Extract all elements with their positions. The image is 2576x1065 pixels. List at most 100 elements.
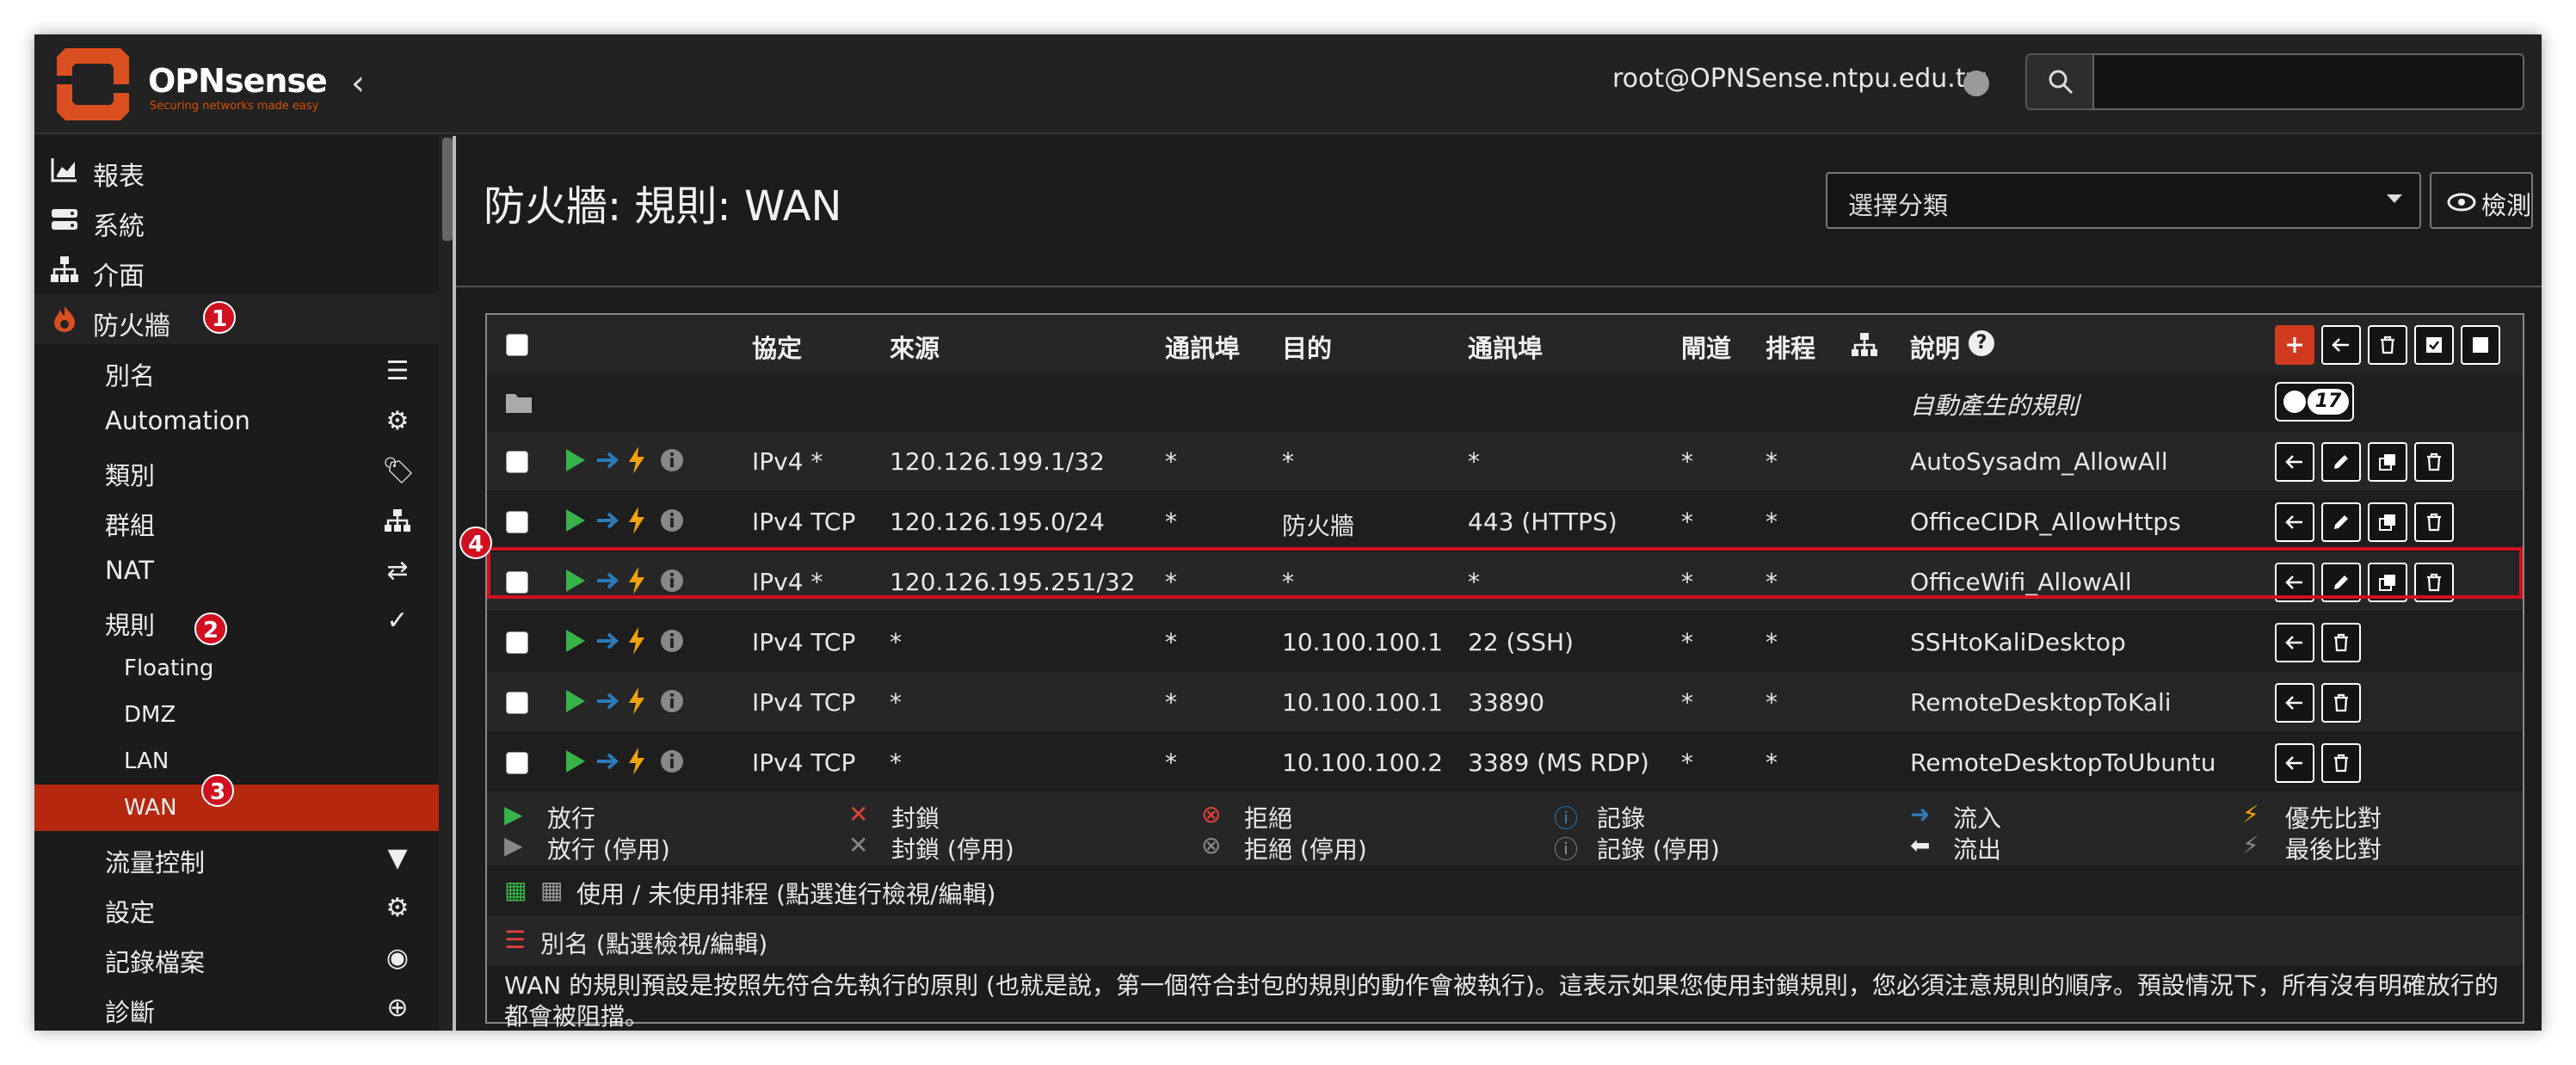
add-rule-button[interactable] [2275, 325, 2314, 365]
row-checkbox[interactable] [506, 631, 528, 654]
edit-rule-button[interactable] [2321, 442, 2361, 482]
delete-rule-button[interactable] [2321, 623, 2361, 662]
move-before-button[interactable] [2275, 623, 2314, 662]
opnsense-logo[interactable] [50, 41, 136, 127]
move-before-button[interactable] [2275, 683, 2314, 723]
edit-rule-button[interactable] [2321, 502, 2361, 542]
row-checkbox[interactable] [506, 692, 528, 714]
nav-automation[interactable]: Automation ⚙ [34, 396, 439, 446]
delete-selected-button[interactable] [2368, 325, 2407, 365]
nav-system[interactable]: 系統 [34, 194, 439, 244]
table-row[interactable]: IPv4 TCP * * 10.100.100.2 3389 (MS RDP) * * Rem… [487, 733, 2523, 791]
nav-aliases[interactable]: 別名 ☰ [34, 346, 439, 396]
nav-rules-floating[interactable]: Floating [34, 645, 439, 692]
table-header: 協定 來源 通訊埠 目的 通訊埠 閘道 排程 說明 ? [487, 315, 2523, 373]
move-before-button[interactable] [2275, 442, 2314, 482]
auto-rules-toggle[interactable]: 17 [2275, 382, 2354, 422]
move-before-button[interactable] [2275, 502, 2314, 542]
rules-table: 協定 來源 通訊埠 目的 通訊埠 閘道 排程 說明 ? 自動產生的規則 17 I… [459, 313, 2524, 1031]
sidebar: 報表 系統 介面 防火牆 1 別名 ☰ Automation ⚙ 類別 🏷 群組 [34, 136, 439, 1031]
move-before-button[interactable] [2275, 743, 2314, 783]
row-status-icons [564, 685, 702, 719]
fire-icon [54, 306, 75, 332]
pass-icon[interactable] [564, 688, 587, 714]
collapse-sidebar-icon[interactable]: ‹ [351, 64, 365, 103]
delete-rule-button[interactable] [2321, 683, 2361, 723]
nav-settings[interactable]: 設定 ⚙ [34, 883, 439, 933]
nav-nat[interactable]: NAT ⇄ [34, 545, 439, 595]
table-row[interactable]: IPv4 TCP * * 10.100.100.1 33890 * * RemoteDeskt… [487, 673, 2523, 731]
select-all-checkbox[interactable] [506, 334, 528, 356]
nav-logs[interactable]: 記錄檔案 ◉ [34, 933, 439, 982]
disable-selected-button[interactable] [2461, 325, 2500, 365]
search-input[interactable] [2092, 53, 2524, 110]
search-button[interactable] [2025, 53, 2094, 110]
cell-dst: 10.100.100.1 [1282, 628, 1444, 656]
delete-rule-button[interactable] [2414, 502, 2454, 542]
cell-gw: * [1681, 748, 1693, 777]
pass-icon[interactable] [564, 447, 587, 473]
nav-rules-dmz[interactable]: DMZ [34, 692, 439, 738]
nav-diagnostics[interactable]: 診斷 ⊕ [34, 982, 439, 1031]
clone-rule-button[interactable] [2368, 502, 2407, 542]
pass-icon[interactable] [564, 748, 587, 774]
cell-sport: * [1165, 447, 1177, 476]
nav-shaper[interactable]: 流量控制 ▼ [34, 833, 439, 883]
pass-icon: ▶ [504, 800, 523, 828]
row-status-icons [564, 444, 702, 478]
arrow-in-icon [597, 452, 619, 469]
info-icon[interactable] [659, 508, 685, 533]
info-icon[interactable] [659, 628, 685, 654]
table-row[interactable]: IPv4 TCP 120.126.195.0/24 * 防火牆 443 (HTTPS) *… [487, 492, 2523, 551]
col-source-port: 通訊埠 [1165, 334, 1241, 363]
table-row[interactable]: IPv4 * 120.126.199.1/32 * * * * * AutoSysadm_Al… [487, 432, 2523, 490]
legend-log: 記錄 [1597, 804, 1646, 833]
delete-rule-button[interactable] [2321, 743, 2361, 783]
row-checkbox[interactable] [506, 451, 528, 473]
cell-sched: * [1766, 628, 1778, 656]
alias-note-row[interactable]: ☰ 別名 (點選檢視/編輯) [487, 915, 2523, 965]
enable-selected-button[interactable] [2414, 325, 2454, 365]
help-icon[interactable]: ? [1969, 330, 1994, 356]
category-select[interactable]: 選擇分類 [1826, 172, 2421, 229]
nav-label: 介面 [93, 262, 145, 292]
sidebar-scroll-thumb[interactable] [442, 138, 453, 241]
nav-rules-wan[interactable]: WAN [34, 785, 439, 831]
clone-rule-button[interactable] [2368, 442, 2407, 482]
cell-dport: * [1468, 447, 1480, 476]
inspect-button[interactable]: 檢測 [2430, 172, 2533, 229]
auto-rules-row[interactable]: 自動產生的規則 17 [487, 373, 2523, 432]
info-icon[interactable] [659, 688, 685, 714]
delete-rule-button[interactable] [2414, 442, 2454, 482]
legend-block-disabled: 封鎖 (停用) [891, 835, 1014, 864]
trash-icon [2334, 754, 2348, 773]
nav-rules-lan[interactable]: LAN [34, 738, 439, 785]
info-icon[interactable] [659, 447, 685, 473]
cell-sched: * [1766, 447, 1778, 476]
nav-label: Floating [124, 656, 214, 681]
info-icon[interactable] [659, 748, 685, 774]
clone-icon [2379, 514, 2395, 531]
nav-firewall[interactable]: 防火牆 [34, 294, 439, 344]
search-icon [2049, 70, 2074, 95]
tags-icon: 🏷 [382, 456, 416, 486]
schedule-note-row[interactable]: ▦ ▦ 使用 / 未使用排程 (點選進行檢視/編輯) [487, 865, 2523, 915]
table-row[interactable]: IPv4 TCP * * 10.100.100.1 22 (SSH) * * SSHtoKal… [487, 613, 2523, 671]
nav-reports[interactable]: 報表 [34, 145, 439, 194]
user-name[interactable]: root@OPNSense.ntpu.edu.tw [1612, 64, 1987, 94]
nav-rules[interactable]: 規則 ✓ [34, 595, 439, 645]
nav-label: 別名 [105, 361, 156, 391]
nav-label: 報表 [93, 162, 145, 192]
sitemap-icon [51, 256, 78, 282]
row-checkbox[interactable] [506, 511, 528, 533]
nav-groups[interactable]: 群組 [34, 496, 439, 545]
legend-out: 流出 [1953, 835, 2002, 864]
pass-icon[interactable] [564, 508, 587, 533]
nav-categories[interactable]: 類別 🏷 [34, 446, 439, 496]
nav-interfaces[interactable]: 介面 [34, 244, 439, 294]
row-status-icons [564, 504, 702, 539]
pass-icon[interactable] [564, 628, 587, 654]
move-selected-button[interactable] [2321, 325, 2361, 365]
trash-icon [2334, 693, 2348, 712]
row-checkbox[interactable] [506, 752, 528, 774]
